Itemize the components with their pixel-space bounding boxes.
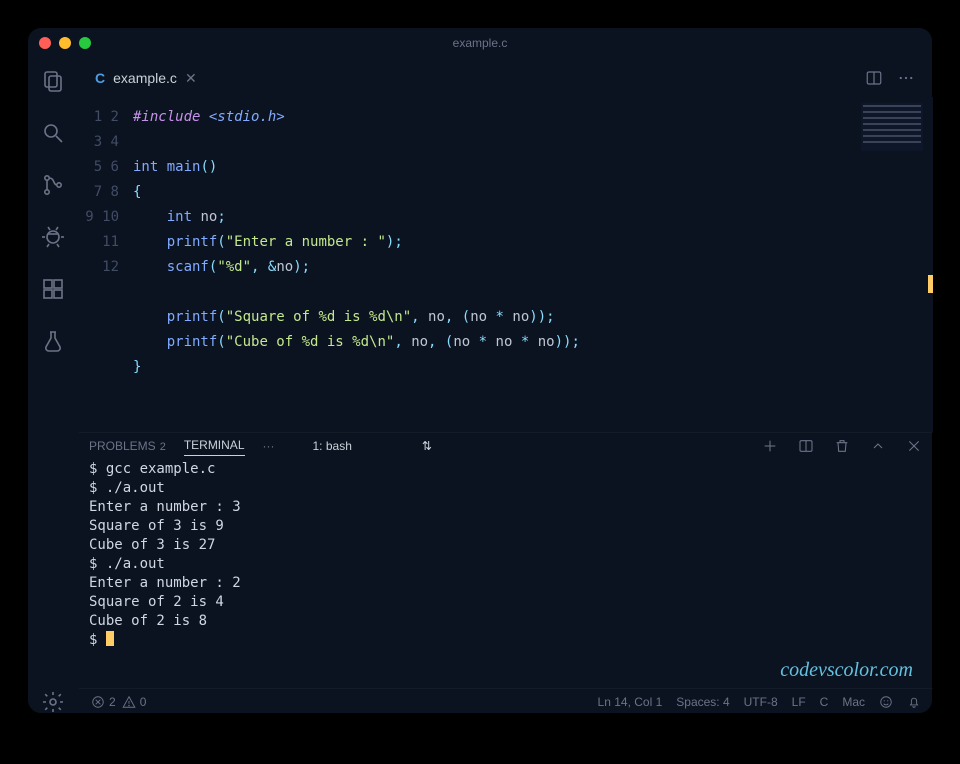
explorer-icon[interactable] xyxy=(41,69,65,93)
debug-icon[interactable] xyxy=(41,225,65,249)
status-bar: 2 0 Ln 14, Col 1 Spaces: 4 UTF-8 LF C Ma… xyxy=(79,688,933,714)
editor-tab-bar: C example.c ✕ xyxy=(79,59,933,97)
window-title: example.c xyxy=(27,36,933,50)
terminal-select[interactable]: 1: bash ⇅ xyxy=(313,439,432,453)
indentation-status[interactable]: Spaces: 4 xyxy=(676,695,729,709)
extensions-icon[interactable] xyxy=(41,277,65,301)
settings-gear-icon[interactable] xyxy=(41,690,65,714)
cursor-position[interactable]: Ln 14, Col 1 xyxy=(598,695,663,709)
tab-label: example.c xyxy=(113,70,177,86)
minimap-preview xyxy=(861,103,923,151)
more-actions-icon[interactable] xyxy=(897,69,915,87)
watermark-text: codevscolor.com xyxy=(780,661,913,680)
titlebar[interactable]: example.c xyxy=(27,27,933,59)
terminal-cursor xyxy=(106,631,114,646)
close-tab-icon[interactable]: ✕ xyxy=(185,70,197,87)
terminal-output[interactable]: $ gcc example.c $ ./a.out Enter a number… xyxy=(79,458,933,688)
minimize-window-button[interactable] xyxy=(59,37,71,49)
split-terminal-icon[interactable] xyxy=(797,437,815,455)
terminal-select-label: 1: bash xyxy=(313,439,352,453)
bottom-panel: PROBLEMS2 TERMINAL ··· 1: bash ⇅ xyxy=(79,432,933,688)
warnings-status[interactable]: 0 xyxy=(122,695,147,709)
activity-bar xyxy=(27,59,79,714)
kill-terminal-icon[interactable] xyxy=(833,437,851,455)
source-control-icon[interactable] xyxy=(41,173,65,197)
traffic-lights xyxy=(39,37,91,49)
notifications-icon[interactable] xyxy=(907,695,921,709)
c-file-icon: C xyxy=(95,70,105,86)
panel-overflow-icon[interactable]: ··· xyxy=(263,439,275,453)
testing-icon[interactable] xyxy=(41,329,65,353)
split-editor-icon[interactable] xyxy=(865,69,883,87)
line-number-gutter: 1 2 3 4 5 6 7 8 9 10 11 12 xyxy=(79,97,133,432)
eol-status[interactable]: LF xyxy=(792,695,806,709)
code-editor[interactable]: 1 2 3 4 5 6 7 8 9 10 11 12 #include <std… xyxy=(79,97,933,432)
panel-tab-bar: PROBLEMS2 TERMINAL ··· 1: bash ⇅ xyxy=(79,433,933,458)
minimap[interactable] xyxy=(849,97,933,432)
close-panel-icon[interactable] xyxy=(905,437,923,455)
terminal-tab[interactable]: TERMINAL xyxy=(184,435,245,456)
maximize-window-button[interactable] xyxy=(79,37,91,49)
minimap-marker xyxy=(928,275,933,293)
error-icon xyxy=(91,695,105,709)
feedback-icon[interactable] xyxy=(879,695,893,709)
errors-status[interactable]: 2 xyxy=(91,695,116,709)
problems-tab[interactable]: PROBLEMS2 xyxy=(89,436,166,456)
language-status[interactable]: C xyxy=(820,695,829,709)
encoding-status[interactable]: UTF-8 xyxy=(744,695,778,709)
code-content[interactable]: #include <stdio.h> int main() { int no; … xyxy=(133,97,849,432)
vscode-window: example.c C example.c ✕ xyxy=(27,27,933,714)
new-terminal-icon[interactable] xyxy=(761,437,779,455)
updown-icon: ⇅ xyxy=(422,439,432,453)
warning-icon xyxy=(122,695,136,709)
tab-example-c[interactable]: C example.c ✕ xyxy=(85,64,207,93)
maximize-panel-icon[interactable] xyxy=(869,437,887,455)
search-icon[interactable] xyxy=(41,121,65,145)
os-status[interactable]: Mac xyxy=(842,695,865,709)
close-window-button[interactable] xyxy=(39,37,51,49)
